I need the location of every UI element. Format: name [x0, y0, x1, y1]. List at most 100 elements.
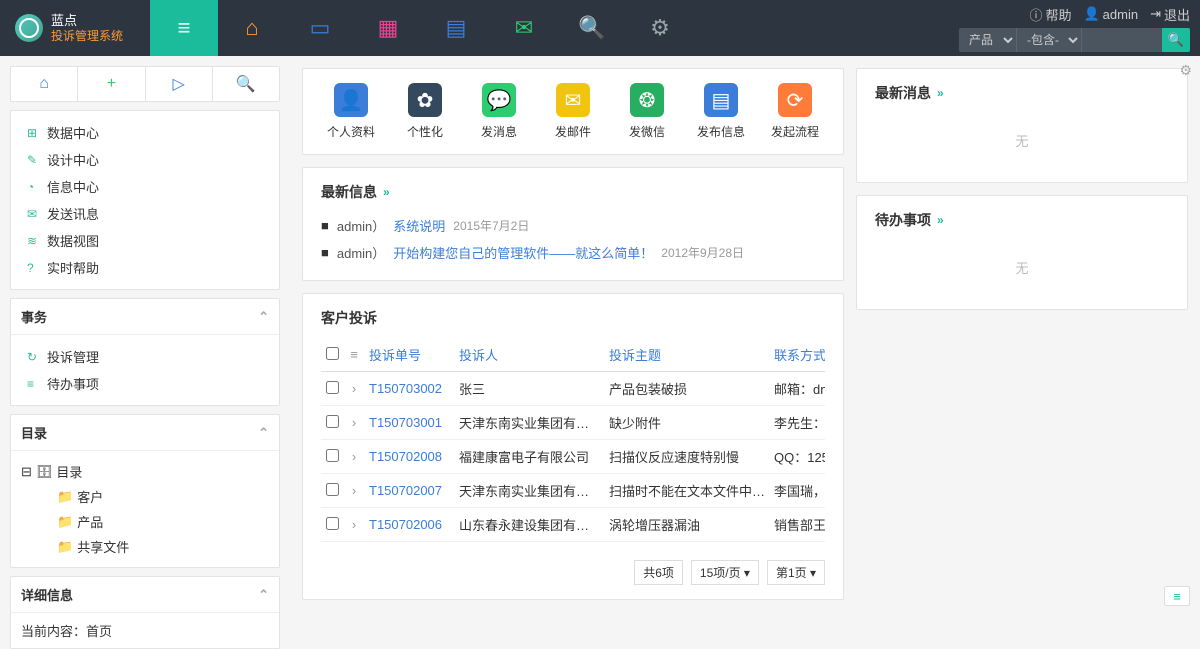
nav-icon: ✉	[27, 207, 41, 221]
tree-item[interactable]: 📁 产品	[21, 509, 269, 534]
card-title: 待办事项	[875, 210, 931, 230]
table-row[interactable]: ›T150702006山东春永建设集团有限公司涡轮增压器漏油销售部王经理…换货2…	[321, 508, 825, 542]
nav-label: 待办事项	[47, 374, 99, 393]
column-header[interactable]: 投诉人	[455, 338, 605, 372]
global-search[interactable]: 产品 -包含- 🔍	[959, 28, 1190, 52]
expand-icon[interactable]: ›	[343, 406, 365, 440]
qa-icon: ✉	[556, 83, 590, 117]
more-icon[interactable]: »	[383, 185, 390, 199]
search-match-select[interactable]: -包含-	[1017, 28, 1082, 52]
quick-action[interactable]: ⟳发起流程	[765, 83, 825, 140]
pager-page[interactable]: 第1页 ▾	[767, 560, 825, 585]
row-checkbox[interactable]	[326, 483, 339, 496]
db-icon: 🗄	[36, 464, 53, 480]
sidebar-item[interactable]: ✎设计中心	[21, 146, 269, 173]
footer-toggle-icon[interactable]: ≡	[1164, 586, 1190, 606]
sidebar-item[interactable]: ≡待办事项	[21, 370, 269, 397]
more-icon[interactable]: »	[937, 213, 944, 227]
topnav-home[interactable]: ⌂	[218, 0, 286, 56]
topnav-id-card[interactable]: ▭	[286, 0, 354, 56]
tree-root[interactable]: ⊟ 🗄 目录	[21, 459, 269, 484]
folder-icon: 📁	[57, 489, 73, 505]
qa-icon: ❂	[630, 83, 664, 117]
topnav-menu[interactable]: ≡	[150, 0, 218, 56]
topnav-apps[interactable]: ▦	[354, 0, 422, 56]
column-header[interactable]: 投诉主题	[605, 338, 770, 372]
info-link[interactable]: 开始构建您自己的管理软件——就这么简单！	[393, 243, 653, 262]
info-link[interactable]: 系统说明	[393, 216, 445, 235]
quick-action[interactable]: ▤发布信息	[691, 83, 751, 140]
info-author: admin）	[337, 243, 385, 262]
topnav-search[interactable]: 🔍	[558, 0, 626, 56]
sidebar-item[interactable]: ≋数据视图	[21, 227, 269, 254]
ticket-link[interactable]: T150702007	[369, 483, 442, 498]
table-row[interactable]: ›T150703002张三产品包装破损邮箱：dnsee@…换货、赔偿2015-1…	[321, 372, 825, 406]
toolbar-add-button[interactable]: +	[78, 67, 145, 101]
expand-icon[interactable]: ›	[343, 508, 365, 542]
expand-icon[interactable]: ›	[343, 474, 365, 508]
help-link[interactable]: ⓘ 帮助	[1029, 5, 1071, 24]
ticket-link[interactable]: T150702008	[369, 449, 442, 464]
row-checkbox[interactable]	[326, 381, 339, 394]
ticket-link[interactable]: T150702006	[369, 517, 442, 532]
nav-label: 实时帮助	[47, 258, 99, 277]
expand-icon[interactable]: ›	[343, 372, 365, 406]
sidebar-item[interactable]: ◔信息中心	[21, 173, 269, 200]
ticket-link[interactable]: T150703002	[369, 381, 442, 396]
ticket-link[interactable]: T150703001	[369, 415, 442, 430]
user-link[interactable]: 👤 admin	[1083, 6, 1138, 22]
nav-label: 投诉管理	[47, 347, 99, 366]
table-row[interactable]: ›T150703001天津东南实业集团有限公司缺少附件李先生：1390 3…20…	[321, 406, 825, 440]
column-header[interactable]: 联系方式	[770, 338, 825, 372]
info-item: ■admin） 系统说明 2015年7月2日	[321, 212, 825, 239]
row-checkbox[interactable]	[326, 449, 339, 462]
menu-icon[interactable]: ≡	[343, 338, 365, 372]
nav-icon: ✎	[27, 153, 41, 167]
logo-icon	[15, 14, 43, 42]
search-button[interactable]: 🔍	[1162, 28, 1190, 52]
topnav-form[interactable]: ▤	[422, 0, 490, 56]
collapse-icon[interactable]: ⌃	[258, 309, 269, 325]
row-checkbox[interactable]	[326, 415, 339, 428]
sidebar-item[interactable]: ? 实时帮助	[21, 254, 269, 281]
topnav-settings[interactable]: ⚙	[626, 0, 694, 56]
quick-action[interactable]: 💬发消息	[469, 83, 529, 140]
sidebar-item[interactable]: ↻投诉管理	[21, 343, 269, 370]
toolbar-run-button[interactable]: ▷	[146, 67, 213, 101]
expand-icon[interactable]: ›	[343, 542, 365, 551]
toolbar-search-button[interactable]: 🔍	[213, 67, 279, 101]
expand-icon[interactable]: ›	[343, 440, 365, 474]
topnav-chat[interactable]: ✉	[490, 0, 558, 56]
pager-total: 共6项	[634, 560, 683, 585]
tree-item[interactable]: 📁 共享文件	[21, 534, 269, 559]
tree-item[interactable]: 📁 客户	[21, 484, 269, 509]
page-settings-icon[interactable]: ⚙	[1179, 62, 1192, 79]
info-date: 2015年7月2日	[453, 217, 529, 234]
collapse-icon[interactable]: ⌃	[258, 425, 269, 441]
logout-link[interactable]: ⇥ 退出	[1150, 5, 1190, 24]
empty-text: 无	[875, 240, 1169, 295]
qa-label: 发微信	[629, 123, 665, 140]
table-row[interactable]: ›T150702007天津东南实业集团有限公司扫描时不能在文本文件中显示李国瑞，…	[321, 474, 825, 508]
quick-action[interactable]: ❂ 发微信	[617, 83, 677, 140]
row-checkbox[interactable]	[326, 517, 339, 530]
more-icon[interactable]: »	[937, 86, 944, 100]
column-header[interactable]: 投诉单号	[365, 338, 455, 372]
quick-action[interactable]: ✉发邮件	[543, 83, 603, 140]
quick-action[interactable]: ✿个性化	[395, 83, 455, 140]
table-row[interactable]: ›T150701005福建康富电子有限公司产品稳定性太差，连接易中断张永强（经理…	[321, 542, 825, 551]
pager-per-page[interactable]: 15项/页 ▾	[691, 560, 759, 585]
quick-action[interactable]: 👤个人资料	[321, 83, 381, 140]
select-all[interactable]	[321, 338, 343, 372]
sidebar-item[interactable]: ⊞数据中心	[21, 119, 269, 146]
home-icon: ⌂	[245, 15, 258, 41]
toolbar-home-button[interactable]: ⌂	[11, 67, 78, 101]
collapse-icon[interactable]: ⌃	[258, 587, 269, 603]
sidebar-item[interactable]: ✉发送讯息	[21, 200, 269, 227]
logo[interactable]: 蓝点 投诉管理系统	[0, 13, 150, 43]
complaints-title: 客户投诉	[321, 308, 377, 328]
nav-icon: ?	[27, 261, 41, 275]
search-input[interactable]	[1082, 28, 1162, 52]
search-field-select[interactable]: 产品	[959, 28, 1017, 52]
table-row[interactable]: ›T150702008福建康富电子有限公司扫描仪反应速度特别慢QQ：125300…	[321, 440, 825, 474]
